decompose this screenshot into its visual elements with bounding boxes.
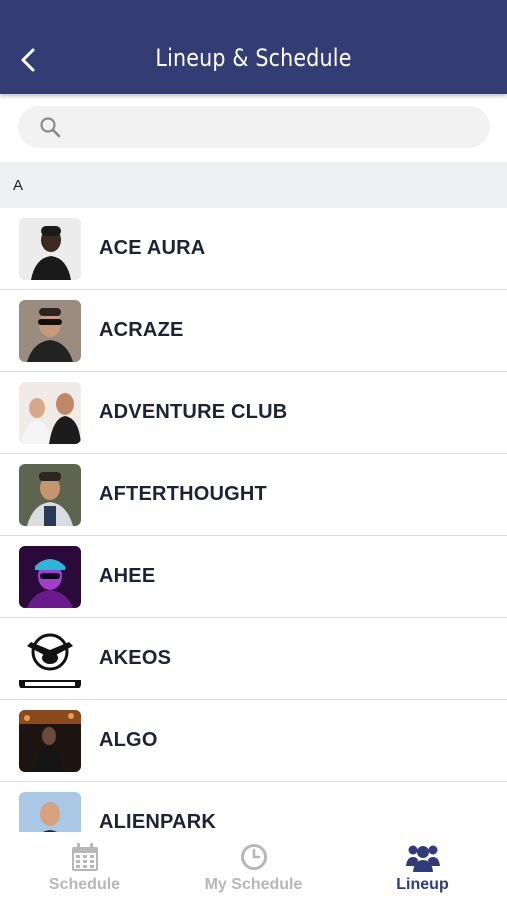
artist-name: ALIENPARK — [99, 811, 216, 832]
artist-name: AHEE — [99, 565, 156, 587]
search-input[interactable] — [72, 107, 482, 147]
artist-photo — [19, 791, 81, 832]
list-item[interactable]: ALIENPARK — [0, 782, 507, 832]
list-item[interactable]: ALGO — [0, 700, 507, 782]
artist-photo — [19, 381, 81, 444]
search-field[interactable] — [18, 106, 490, 148]
tab-label: Schedule — [48, 876, 121, 893]
list-item[interactable]: ADVENTURE CLUB — [0, 372, 507, 454]
list-item[interactable]: ACE AURA — [0, 208, 507, 290]
artist-photo — [19, 709, 81, 772]
artist-photo — [19, 463, 81, 526]
search-icon — [38, 115, 62, 139]
artist-photo — [19, 217, 81, 280]
clock-icon — [240, 842, 268, 872]
artist-logo — [19, 627, 81, 690]
artist-name: ALGO — [99, 729, 158, 751]
bottom-tab-bar: Schedule My Schedule Lineup — [0, 832, 507, 900]
tab-label: My Schedule — [204, 876, 303, 893]
artist-name: ACE AURA — [99, 237, 206, 259]
tab-schedule[interactable]: Schedule — [0, 832, 169, 900]
tab-my-schedule[interactable]: My Schedule — [169, 832, 338, 900]
tab-label: Lineup — [396, 876, 449, 893]
list-item[interactable]: AFTERTHOUGHT — [0, 454, 507, 536]
artist-photo — [19, 545, 81, 608]
calendar-icon — [71, 842, 99, 872]
artist-list[interactable]: ACE AURA ACRAZE ADVENTURE CLUB AFTERTHOU… — [0, 208, 507, 832]
page-title: Lineup & Schedule — [155, 44, 352, 72]
section-header-letter: A — [0, 162, 507, 208]
list-item[interactable]: AKEOS — [0, 618, 507, 700]
users-icon — [405, 842, 440, 872]
artist-name: ADVENTURE CLUB — [99, 401, 288, 423]
tab-lineup[interactable]: Lineup — [338, 832, 507, 900]
list-item[interactable]: ACRAZE — [0, 290, 507, 372]
search-bar — [0, 94, 507, 160]
artist-name: AFTERTHOUGHT — [99, 483, 267, 505]
artist-name: AKEOS — [99, 647, 172, 669]
top-app-bar: Lineup & Schedule — [0, 0, 507, 94]
list-item[interactable]: AHEE — [0, 536, 507, 618]
artist-photo — [19, 299, 81, 362]
artist-name: ACRAZE — [99, 319, 184, 341]
